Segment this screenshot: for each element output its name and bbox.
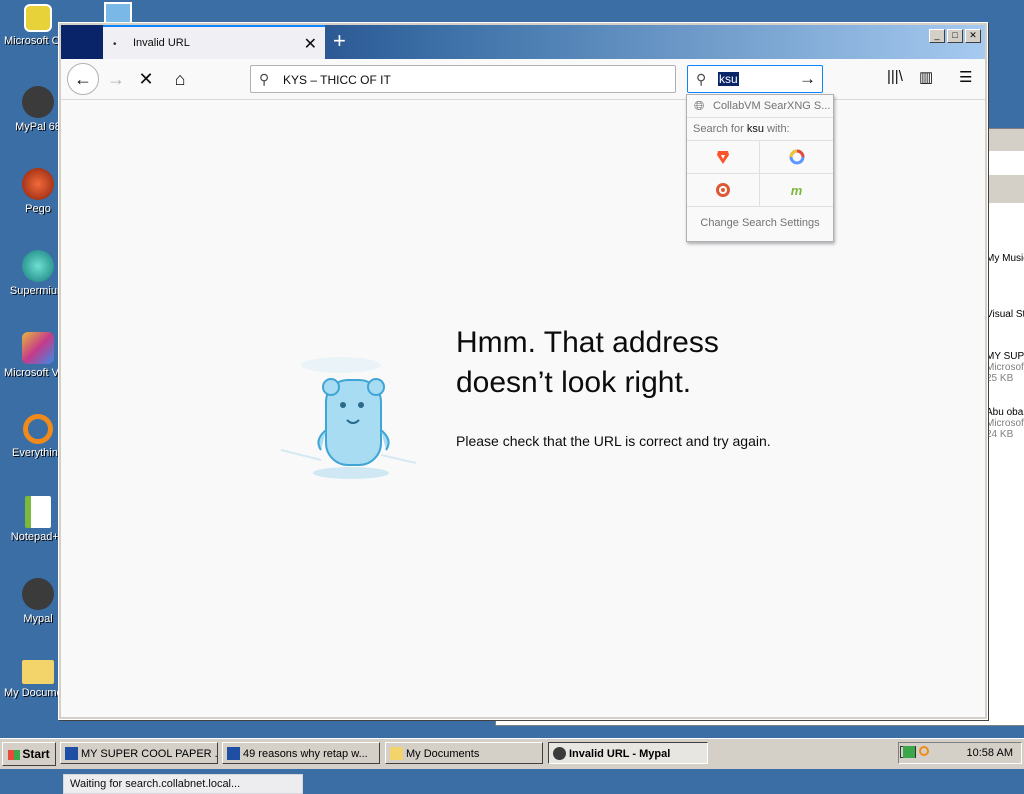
search-query: ksu bbox=[746, 123, 764, 135]
one-off-engines: m bbox=[687, 141, 833, 207]
file-size: 25 KB bbox=[986, 373, 1014, 384]
page-content: Hmm. That address doesn’t look right. Pl… bbox=[61, 100, 985, 794]
close-tab-icon[interactable]: ✕ bbox=[304, 34, 317, 54]
search-for-suffix: with: bbox=[767, 123, 790, 135]
error-title: Hmm. That address doesn’t look right. bbox=[456, 323, 816, 403]
new-tab-button[interactable]: + bbox=[333, 28, 346, 54]
search-engine-popup[interactable]: 🌐︎ CollabVM SearXNG S... Search for ksu … bbox=[686, 94, 834, 242]
home-button[interactable]: ⌂ bbox=[167, 66, 193, 92]
change-search-settings-button[interactable]: Change Search Settings bbox=[687, 207, 833, 239]
close-window-button[interactable]: ✕ bbox=[965, 29, 981, 43]
error-title-line1: Hmm. That address bbox=[456, 326, 719, 359]
explorer-titlebar bbox=[986, 129, 1024, 151]
search-bar[interactable]: ⚲ ksu → bbox=[687, 65, 823, 93]
raccoon-icon bbox=[22, 578, 54, 610]
search-input[interactable]: ksu bbox=[718, 72, 739, 86]
task-label: MY SUPER COOL PAPER ... bbox=[81, 748, 218, 760]
loading-dot-icon: • bbox=[113, 39, 117, 50]
word-doc-icon bbox=[65, 747, 78, 760]
folder-icon bbox=[22, 660, 54, 684]
system-tray: 10:58 AM bbox=[898, 742, 1022, 764]
start-button[interactable]: Start bbox=[2, 742, 56, 766]
clock[interactable]: 10:58 AM bbox=[967, 747, 1013, 759]
tab-invalid-url[interactable]: • Invalid URL ✕ bbox=[103, 25, 325, 59]
file-name: My Music bbox=[986, 253, 1024, 264]
engine-duckduckgo-button[interactable] bbox=[687, 174, 760, 207]
task-label: 49 reasons why retap w... bbox=[243, 748, 368, 760]
task-label: Invalid URL - Mypal bbox=[569, 748, 671, 760]
tab-title: Invalid URL bbox=[133, 37, 190, 49]
network-icon[interactable] bbox=[903, 746, 915, 758]
url-text: KYS – THICC OF IT bbox=[283, 73, 391, 87]
file-item[interactable]: Abu oba Microsof 24 KB bbox=[986, 407, 1024, 440]
pego-icon bbox=[22, 168, 54, 200]
library-icon[interactable]: |||\ bbox=[887, 68, 903, 85]
back-button[interactable]: ← bbox=[67, 63, 99, 95]
search-go-arrow-icon[interactable]: → bbox=[799, 69, 816, 89]
word-doc-icon bbox=[227, 747, 240, 760]
file-type: Microsof bbox=[986, 362, 1024, 373]
taskbar: Start MY SUPER COOL PAPER ... 49 reasons… bbox=[0, 738, 1024, 769]
engine-brave-button[interactable] bbox=[687, 141, 760, 174]
stop-button[interactable]: ✕ bbox=[133, 66, 159, 92]
taskbar-item-paper[interactable]: MY SUPER COOL PAPER ... bbox=[60, 742, 218, 764]
window-controls: _ □ ✕ bbox=[929, 29, 981, 43]
maximize-button[interactable]: □ bbox=[947, 29, 963, 43]
brave-icon bbox=[717, 150, 729, 164]
mojeek-icon: m bbox=[790, 182, 803, 198]
error-mascot-illustration bbox=[281, 357, 417, 479]
sidebar-icon[interactable]: ▥ bbox=[919, 68, 933, 86]
engine-name: CollabVM SearXNG S... bbox=[713, 100, 831, 112]
error-title-line2: doesn’t look right. bbox=[456, 366, 692, 399]
qwant-icon bbox=[789, 149, 804, 165]
duckduckgo-icon bbox=[716, 183, 730, 197]
file-item[interactable]: Visual St bbox=[986, 309, 1024, 320]
file-name: MY SUPE bbox=[986, 351, 1024, 362]
current-search-engine[interactable]: 🌐︎ CollabVM SearXNG S... bbox=[687, 95, 833, 118]
engine-mojeek-button[interactable]: m bbox=[760, 174, 833, 207]
raccoon-icon bbox=[553, 747, 566, 760]
navigation-toolbar: ← → ✕ ⌂ ⚲ KYS – THICC OF IT ⚲ ksu → |||\… bbox=[61, 59, 985, 100]
hamburger-menu-icon[interactable]: ☰ bbox=[959, 68, 972, 86]
taskbar-item-my-documents[interactable]: My Documents bbox=[385, 742, 543, 764]
taskbar-item-reasons[interactable]: 49 reasons why retap w... bbox=[222, 742, 380, 764]
file-name: Abu oba bbox=[986, 407, 1024, 418]
search-for-prefix: Search for bbox=[693, 123, 744, 135]
search-tray-icon[interactable] bbox=[919, 746, 929, 756]
monitor-icon bbox=[104, 2, 132, 24]
search-icon: ⚲ bbox=[696, 71, 707, 87]
url-bar[interactable]: ⚲ KYS – THICC OF IT bbox=[250, 65, 676, 93]
file-item[interactable]: MY SUPE Microsof 25 KB bbox=[986, 351, 1024, 384]
browser-window[interactable]: • Invalid URL ✕ + _ □ ✕ ← → ✕ ⌂ ⚲ KYS – … bbox=[58, 22, 988, 794]
app-menu-area bbox=[61, 25, 103, 59]
raccoon-icon bbox=[22, 86, 54, 118]
globe-icon: 🌐︎ bbox=[694, 98, 705, 113]
minimize-button[interactable]: _ bbox=[929, 29, 945, 43]
folder-icon bbox=[390, 747, 403, 760]
explorer-toolbar bbox=[986, 175, 1024, 203]
error-message: Please check that the URL is correct and… bbox=[456, 433, 771, 449]
file-item[interactable]: My Music bbox=[986, 253, 1024, 264]
tab-strip: • Invalid URL ✕ + _ □ ✕ bbox=[61, 25, 985, 59]
search-for-header: Search for ksu with: bbox=[687, 118, 833, 141]
status-text: Waiting for search.collabnet.local... bbox=[63, 774, 303, 794]
taskbar-item-browser[interactable]: Invalid URL - Mypal bbox=[548, 742, 708, 764]
task-label: My Documents bbox=[406, 748, 480, 760]
file-size: 24 KB bbox=[986, 429, 1014, 440]
file-name: Visual St bbox=[986, 309, 1024, 320]
everything-icon bbox=[23, 414, 53, 444]
file-type: Microsof bbox=[986, 418, 1024, 429]
forward-button[interactable]: → bbox=[103, 66, 129, 92]
windows-logo-icon bbox=[8, 749, 21, 760]
start-label: Start bbox=[22, 747, 50, 761]
visual-studio-icon bbox=[22, 332, 54, 364]
engine-qwant-button[interactable] bbox=[760, 141, 833, 174]
outlook-icon bbox=[24, 4, 52, 32]
search-icon: ⚲ bbox=[259, 71, 270, 87]
supermium-icon bbox=[22, 250, 54, 282]
notepad-icon bbox=[25, 496, 51, 528]
